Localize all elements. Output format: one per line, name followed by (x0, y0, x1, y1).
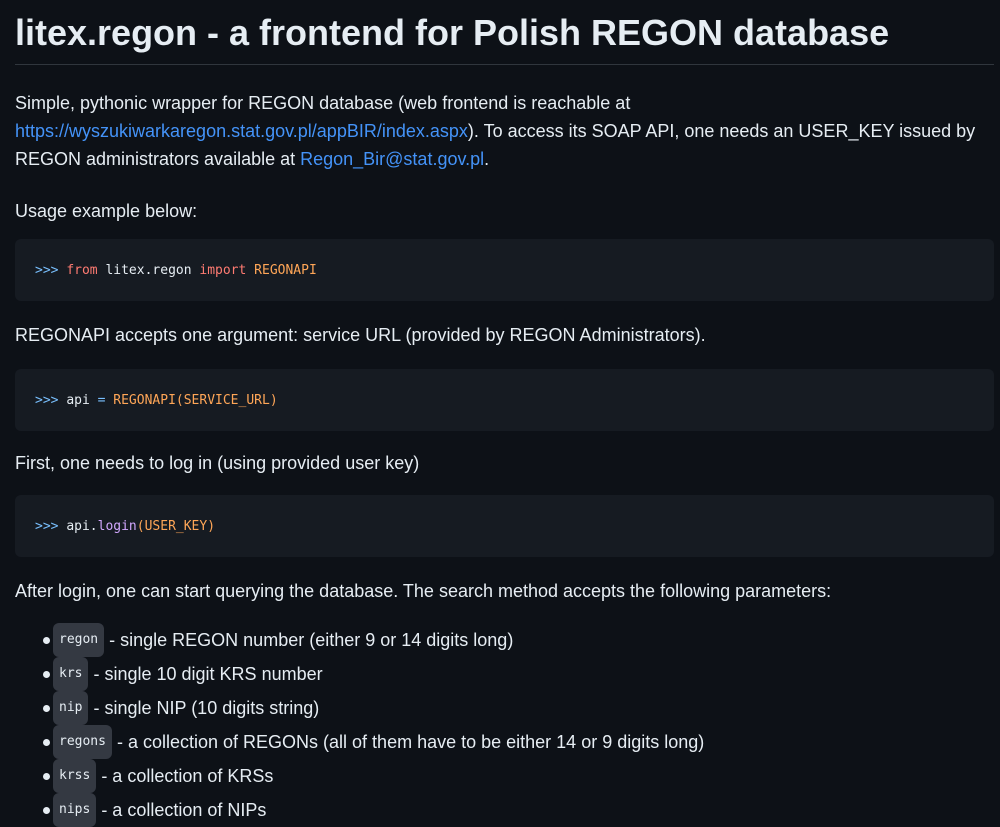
intro-text: . (484, 149, 490, 169)
code-module: litex.regon (105, 262, 192, 278)
bullet-icon (43, 705, 50, 712)
code-method: login (97, 518, 137, 534)
bullet-icon (43, 807, 50, 814)
list-item: regon - single REGON number (either 9 or … (43, 623, 1000, 657)
code-args: (USER_KEY) (136, 518, 216, 534)
param-code: nips (53, 793, 97, 827)
login-description: First, one needs to log in (using provid… (15, 453, 420, 473)
code-class: REGONAPI (254, 262, 317, 278)
param-code: regon (53, 623, 105, 657)
regon-email-link[interactable]: Regon_Bir@stat.gov.pl (300, 149, 484, 169)
list-item: regons - a collection of REGONs (all of t… (43, 725, 1000, 759)
bullet-icon (43, 637, 50, 644)
search-description: After login, one can start querying the … (15, 581, 832, 601)
param-description: - a collection of KRSs (101, 766, 274, 786)
page-title: litex.regon - a frontend for Polish REGO… (15, 0, 994, 65)
intro-paragraph: Simple, pythonic wrapper for REGON datab… (15, 89, 1000, 173)
usage-label: Usage example below: (15, 201, 198, 221)
code-prompt: >>> (35, 262, 59, 278)
param-description: - single NIP (10 digits string) (93, 698, 320, 718)
code-keyword: from (66, 262, 98, 278)
readme-content: litex.regon - a frontend for Polish REGO… (0, 0, 1000, 827)
list-item: nip - single NIP (10 digits string) (43, 691, 1000, 725)
code-block-init: >>> api = REGONAPI(SERVICE_URL) (15, 369, 994, 431)
param-code: krs (53, 657, 89, 691)
param-description: - a collection of NIPs (101, 800, 267, 820)
code-prompt: >>> (35, 392, 59, 408)
param-description: - single REGON number (either 9 or 14 di… (109, 630, 514, 650)
param-description: - single 10 digit KRS number (93, 664, 323, 684)
code-block-import: >>> from litex.regon import REGONAPI (15, 239, 994, 301)
param-code: krss (53, 759, 97, 793)
bullet-icon (43, 739, 50, 746)
code-call: REGONAPI(SERVICE_URL) (113, 392, 278, 408)
parameter-list: regon - single REGON number (either 9 or … (15, 623, 1000, 827)
regon-web-link[interactable]: https://wyszukiwarkaregon.stat.gov.pl/ap… (15, 121, 468, 141)
code-operator: = (97, 392, 106, 408)
list-item: nips - a collection of NIPs (43, 793, 1000, 827)
code-keyword: import (199, 262, 247, 278)
list-item: krss - a collection of KRSs (43, 759, 1000, 793)
param-code: nip (53, 691, 89, 725)
param-code: regons (53, 725, 112, 759)
intro-text: Simple, pythonic wrapper for REGON datab… (15, 93, 631, 113)
code-prompt: >>> (35, 518, 59, 534)
code-object: api. (66, 518, 98, 534)
code-variable: api (66, 392, 90, 408)
bullet-icon (43, 773, 50, 780)
bullet-icon (43, 671, 50, 678)
code-block-login: >>> api.login(USER_KEY) (15, 495, 994, 557)
list-item: krs - single 10 digit KRS number (43, 657, 1000, 691)
param-description: - a collection of REGONs (all of them ha… (116, 732, 705, 752)
regonapi-description: REGONAPI accepts one argument: service U… (15, 325, 706, 345)
